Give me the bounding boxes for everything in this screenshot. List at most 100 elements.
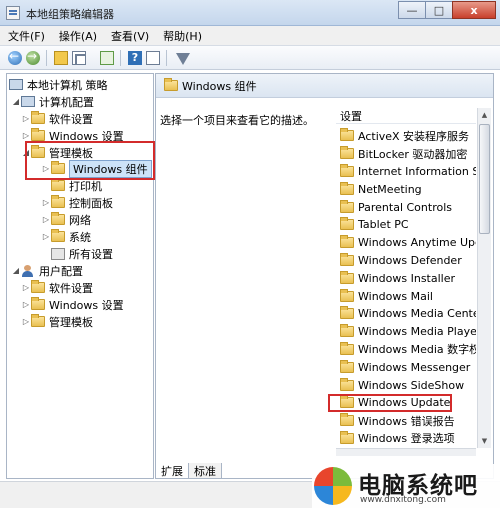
tree-pane: 本地计算机 策略 ◢ 计算机配置 ▷ 软件设置 ▷ Windows 设置 ◢ 管…: [6, 73, 155, 479]
list-item[interactable]: Tablet PC: [336, 216, 476, 234]
tree-node-computer-config[interactable]: ◢ 计算机配置: [11, 93, 94, 110]
close-button[interactable]: x: [452, 1, 496, 19]
user-icon: [21, 264, 35, 277]
list-item-label: Parental Controls: [358, 200, 452, 214]
folder-icon: [340, 128, 354, 142]
help-icon[interactable]: ?: [128, 51, 142, 65]
column-header-settings[interactable]: 设置: [336, 108, 476, 124]
list-item[interactable]: Parental Controls: [336, 198, 476, 216]
show-tree-icon[interactable]: [72, 51, 86, 65]
tree-node-user-admin-templates[interactable]: ▷ 管理模板: [21, 313, 93, 330]
folder-icon: [340, 217, 354, 231]
app-icon: [6, 6, 20, 20]
menu-help[interactable]: 帮助(H): [163, 28, 202, 44]
list-item[interactable]: Windows Media 数字权限: [336, 341, 476, 359]
expand-arrow-icon[interactable]: ▷: [41, 198, 51, 207]
properties-icon[interactable]: [146, 51, 160, 65]
scroll-up-arrow-icon[interactable]: ▲: [478, 108, 491, 122]
tree-node-root[interactable]: 本地计算机 策略: [9, 76, 108, 93]
horizontal-scrollbar[interactable]: [336, 448, 476, 456]
settings-list-icon: [51, 247, 65, 260]
list-item[interactable]: Windows Defender: [336, 252, 476, 270]
folder-icon: [51, 212, 65, 225]
window-title: 本地组策略编辑器: [26, 8, 114, 21]
expand-arrow-icon[interactable]: ▷: [21, 114, 31, 123]
list-item[interactable]: Windows Installer: [336, 269, 476, 287]
folder-icon: [51, 229, 65, 242]
list-item-label: Windows Media Center: [358, 307, 476, 321]
expand-arrow-icon[interactable]: ▷: [21, 283, 31, 292]
list-item-label: ActiveX 安装程序服务: [358, 129, 470, 143]
menu-view[interactable]: 查看(V): [111, 28, 149, 44]
tree-node-control-panel[interactable]: ▷ 控制面板: [41, 194, 113, 211]
folder-icon: [340, 163, 354, 177]
list-item[interactable]: Windows Media Player: [336, 323, 476, 341]
scroll-down-arrow-icon[interactable]: ▼: [478, 434, 491, 448]
menu-bar: 文件(F) 操作(A) 查看(V) 帮助(H): [0, 26, 500, 46]
list-item[interactable]: Windows Anytime Upgrad: [336, 234, 476, 252]
tree-label: 软件设置: [49, 281, 93, 295]
list-item-label: Windows Messenger: [358, 360, 471, 374]
list-item-label: Windows SideShow: [358, 378, 465, 392]
folder-icon: [340, 413, 354, 427]
list-item-label: Tablet PC: [358, 218, 409, 232]
list-item-label: Windows Installer: [358, 271, 456, 285]
export-list-icon[interactable]: [100, 51, 114, 65]
back-arrow-icon[interactable]: [8, 49, 22, 65]
windows-logo-icon: [314, 467, 352, 505]
list-item[interactable]: NetMeeting: [336, 180, 476, 198]
watermark: 电脑系统吧 www.dnxitong.com: [312, 464, 500, 508]
list-item-label: Windows 错误报告: [358, 414, 455, 428]
scrollbar-thumb[interactable]: [479, 124, 490, 234]
tree-node-system[interactable]: ▷ 系统: [41, 228, 91, 245]
list-item[interactable]: ActiveX 安装程序服务: [336, 127, 476, 145]
expand-arrow-icon[interactable]: ▷: [41, 232, 51, 241]
list-item[interactable]: Windows 登录选项: [336, 430, 476, 447]
expand-arrow-icon[interactable]: ▷: [21, 131, 31, 140]
tree-node-all-settings[interactable]: 所有设置: [51, 245, 113, 262]
expand-arrow-icon[interactable]: ▷: [21, 300, 31, 309]
expand-arrow-icon[interactable]: ▷: [41, 215, 51, 224]
vertical-scrollbar[interactable]: ▲ ▼: [477, 108, 491, 448]
toolbar-separator: [120, 50, 121, 66]
tab-standard[interactable]: 标准: [188, 463, 222, 479]
list-item[interactable]: Internet Information Serv: [336, 163, 476, 181]
detail-header-title: Windows 组件: [182, 79, 257, 93]
folder-icon: [51, 178, 65, 191]
toolbar-separator: [46, 50, 47, 66]
tree-node-user-windows-settings[interactable]: ▷ Windows 设置: [21, 296, 124, 313]
collapse-arrow-icon[interactable]: ◢: [11, 266, 21, 275]
tab-extended[interactable]: 扩展: [155, 463, 189, 479]
list-item[interactable]: BitLocker 驱动器加密: [336, 145, 476, 163]
folder-icon: [340, 252, 354, 266]
collapse-arrow-icon[interactable]: ◢: [11, 97, 21, 106]
tree-node-network[interactable]: ▷ 网络: [41, 211, 91, 228]
list-item[interactable]: Windows Mail: [336, 287, 476, 305]
tree-node-user-config[interactable]: ◢ 用户配置: [11, 262, 83, 279]
tree-label: 网络: [69, 213, 91, 227]
forward-arrow-icon[interactable]: [26, 49, 40, 65]
list-item-label: Windows Media 数字权限: [358, 343, 476, 357]
expand-arrow-icon[interactable]: ▷: [21, 317, 31, 326]
list-item[interactable]: Windows SideShow: [336, 376, 476, 394]
menu-file[interactable]: 文件(F): [8, 28, 45, 44]
minimize-button[interactable]: —: [398, 1, 426, 19]
list-item[interactable]: Windows 错误报告: [336, 412, 476, 430]
tree-label: 控制面板: [69, 196, 113, 210]
folder-icon: [340, 181, 354, 195]
list-item[interactable]: Windows Media Center: [336, 305, 476, 323]
tree-label: Windows 设置: [49, 298, 124, 312]
filter-icon[interactable]: [176, 53, 190, 65]
tree-label: 计算机配置: [39, 95, 94, 109]
list-item[interactable]: Windows Messenger: [336, 358, 476, 376]
up-folder-icon[interactable]: [54, 51, 68, 65]
maximize-button[interactable]: □: [425, 1, 453, 19]
tree-node-user-software-settings[interactable]: ▷ 软件设置: [21, 279, 93, 296]
detail-header: Windows 组件: [156, 74, 493, 98]
tree-node-software-settings[interactable]: ▷ 软件设置: [21, 110, 93, 127]
window-controls: — □ x: [398, 1, 496, 19]
list-item-label: BitLocker 驱动器加密: [358, 147, 468, 161]
folder-icon: [31, 297, 45, 310]
folder-icon: [31, 314, 45, 327]
menu-action[interactable]: 操作(A): [59, 28, 97, 44]
